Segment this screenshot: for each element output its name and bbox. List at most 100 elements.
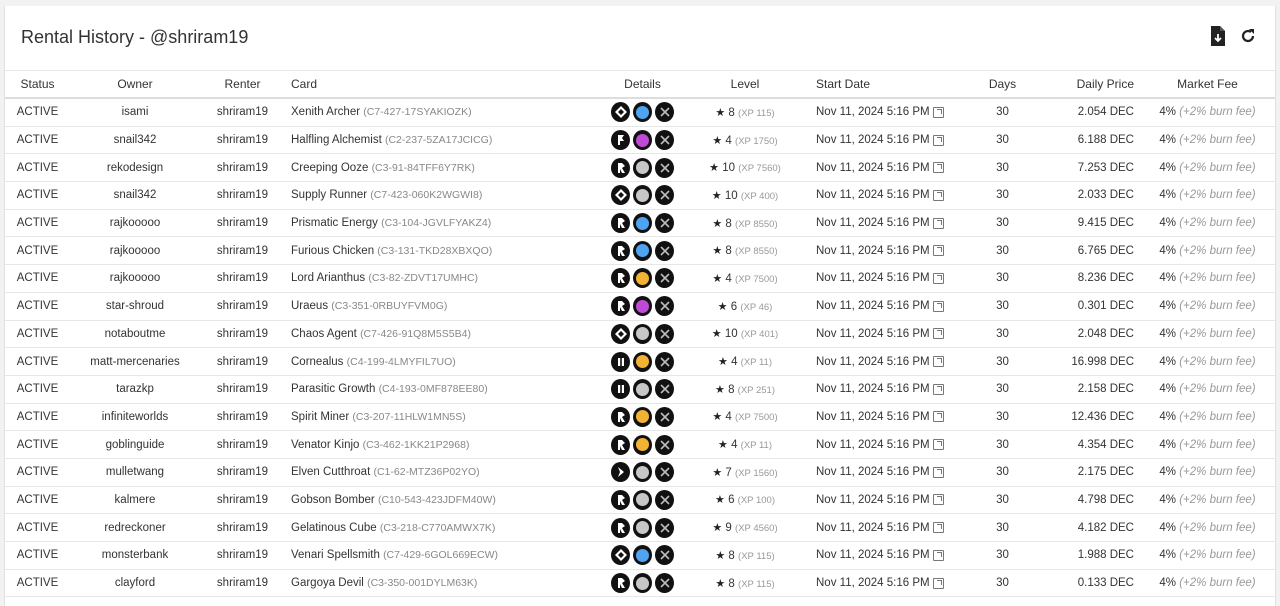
col-renter[interactable]: Renter xyxy=(200,71,285,99)
card-name[interactable]: Halfling Alchemist xyxy=(291,134,382,146)
card-cell[interactable]: Gargoya Devil (C3-350-001DYLM63K) xyxy=(285,569,605,598)
col-owner[interactable]: Owner xyxy=(70,71,200,99)
card-cell[interactable]: Parasitic Growth (C4-193-0MF878EE80) xyxy=(285,375,605,404)
owner-cell[interactable]: star-shroud xyxy=(70,292,200,321)
table-row[interactable]: ACTIVE rekodesign shriram19 Creeping Ooze (… xyxy=(5,153,1275,183)
table-row[interactable]: ACTIVE matt-mercenaries shriram19 Cornealus… xyxy=(5,347,1275,376)
col-daily-price[interactable]: Daily Price xyxy=(1030,71,1140,99)
owner-cell[interactable]: infiniteworlds xyxy=(70,403,200,432)
owner-cell[interactable]: monsterbank xyxy=(70,541,200,570)
renter-cell[interactable]: shriram19 xyxy=(200,126,285,155)
renter-cell[interactable]: shriram19 xyxy=(200,569,285,598)
external-link-icon[interactable] xyxy=(932,549,944,561)
card-name[interactable]: Creeping Ooze xyxy=(291,162,368,174)
external-link-icon[interactable] xyxy=(932,134,944,146)
owner-cell[interactable]: snail342 xyxy=(70,126,200,155)
external-link-icon[interactable] xyxy=(932,217,944,229)
external-link-icon[interactable] xyxy=(932,494,944,506)
external-link-icon[interactable] xyxy=(932,300,944,312)
table-row[interactable]: ACTIVE infiniteworlds shriram19 Spirit Mine… xyxy=(5,403,1275,432)
refresh-icon[interactable] xyxy=(1239,26,1257,46)
card-cell[interactable]: Creeping Ooze (C3-91-84TFF6Y7RK) xyxy=(285,153,605,183)
external-link-icon[interactable] xyxy=(932,522,944,534)
renter-cell[interactable]: shriram19 xyxy=(200,375,285,404)
external-link-icon[interactable] xyxy=(932,272,944,284)
card-cell[interactable]: Venator Kinjo (C3-462-1KK21P2968) xyxy=(285,430,605,459)
external-link-icon[interactable] xyxy=(932,383,944,395)
card-name[interactable]: Chaos Agent xyxy=(291,328,357,340)
owner-cell[interactable]: isami xyxy=(70,98,200,127)
external-link-icon[interactable] xyxy=(932,162,944,174)
owner-cell[interactable]: rajkooooo xyxy=(70,209,200,238)
card-cell[interactable]: Prismatic Energy (C3-104-JGVLFYAKZ4) xyxy=(285,209,605,238)
card-name[interactable]: Spirit Miner xyxy=(291,411,349,423)
external-link-icon[interactable] xyxy=(932,328,944,340)
table-row[interactable]: ACTIVE isami shriram19 Xenith Archer (C7-42… xyxy=(5,98,1275,127)
renter-cell[interactable]: shriram19 xyxy=(200,264,285,293)
card-cell[interactable]: Furious Chicken (C3-131-TKD28XBXQO) xyxy=(285,236,605,266)
col-days[interactable]: Days xyxy=(975,71,1030,99)
card-name[interactable]: Xenith Archer xyxy=(291,106,360,118)
card-cell[interactable]: Lord Arianthus (C3-82-ZDVT17UMHC) xyxy=(285,264,605,293)
card-name[interactable]: Furious Chicken xyxy=(291,245,374,257)
owner-cell[interactable]: notaboutme xyxy=(70,320,200,349)
card-name[interactable]: Gelatinous Cube xyxy=(291,522,377,534)
table-row[interactable]: ACTIVE rajkooooo shriram19 Prismatic Energy… xyxy=(5,209,1275,238)
table-row[interactable]: ACTIVE tarazkp shriram19 Parasitic Growth (… xyxy=(5,375,1275,404)
col-details[interactable]: Details xyxy=(605,71,680,99)
renter-cell[interactable]: shriram19 xyxy=(200,347,285,376)
renter-cell[interactable]: shriram19 xyxy=(200,486,285,515)
table-row[interactable]: ACTIVE snail342 shriram19 Halfling Alchemis… xyxy=(5,126,1275,155)
card-name[interactable]: Uraeus xyxy=(291,300,328,312)
table-row[interactable]: ACTIVE redreckoner shriram19 Gelatinous Cub… xyxy=(5,513,1275,542)
card-name[interactable]: Elven Cutthroat xyxy=(291,466,370,478)
table-row[interactable]: ACTIVE mulletwang shriram19 Elven Cutthroat… xyxy=(5,458,1275,487)
card-cell[interactable]: Spirit Miner (C3-207-11HLW1MN5S) xyxy=(285,403,605,432)
external-link-icon[interactable] xyxy=(932,189,944,201)
external-link-icon[interactable] xyxy=(932,439,944,451)
external-link-icon[interactable] xyxy=(932,106,944,118)
owner-cell[interactable]: redreckoner xyxy=(70,513,200,542)
col-level[interactable]: Level xyxy=(680,71,810,99)
renter-cell[interactable]: shriram19 xyxy=(200,430,285,459)
card-name[interactable]: Venator Kinjo xyxy=(291,439,359,451)
card-cell[interactable]: Venari Spellsmith (C7-429-6GOL669ECW) xyxy=(285,541,605,570)
card-cell[interactable]: Gobson Bomber (C10-543-423JDFM40W) xyxy=(285,486,605,515)
external-link-icon[interactable] xyxy=(932,411,944,423)
owner-cell[interactable]: goblinguide xyxy=(70,430,200,459)
col-start-date[interactable]: Start Date xyxy=(810,71,975,99)
table-row[interactable]: ACTIVE monsterbank shriram19 Venari Spellsm… xyxy=(5,541,1275,570)
renter-cell[interactable]: shriram19 xyxy=(200,513,285,542)
owner-cell[interactable]: snail342 xyxy=(70,181,200,210)
owner-cell[interactable]: rajkooooo xyxy=(70,236,200,266)
renter-cell[interactable]: shriram19 xyxy=(200,541,285,570)
renter-cell[interactable]: shriram19 xyxy=(200,403,285,432)
external-link-icon[interactable] xyxy=(932,245,944,257)
card-cell[interactable]: Chaos Agent (C7-426-91Q8M5S5B4) xyxy=(285,320,605,349)
col-market-fee[interactable]: Market Fee xyxy=(1140,71,1275,99)
card-cell[interactable]: Xenith Archer (C7-427-17SYAKIOZK) xyxy=(285,98,605,127)
table-row[interactable]: ACTIVE kalmere shriram19 Gobson Bomber (C10… xyxy=(5,486,1275,515)
table-row[interactable]: ACTIVE snail342 shriram19 Supply Runner (C7… xyxy=(5,181,1275,210)
card-name[interactable]: Gargoya Devil xyxy=(291,577,364,589)
card-cell[interactable]: Cornealus (C4-199-4LMYFIL7UO) xyxy=(285,347,605,376)
card-name[interactable]: Parasitic Growth xyxy=(291,383,375,395)
download-file-icon[interactable] xyxy=(1209,26,1227,46)
table-row[interactable]: ACTIVE clayford shriram19 Gargoya Devil (C3… xyxy=(5,569,1275,598)
card-cell[interactable]: Uraeus (C3-351-0RBUYFVM0G) xyxy=(285,292,605,321)
renter-cell[interactable]: shriram19 xyxy=(200,153,285,183)
card-cell[interactable]: Halfling Alchemist (C2-237-5ZA17JCICG) xyxy=(285,126,605,155)
col-status[interactable]: Status xyxy=(5,71,70,99)
owner-cell[interactable]: clayford xyxy=(70,569,200,598)
external-link-icon[interactable] xyxy=(932,356,944,367)
table-row[interactable]: ACTIVE rajkooooo shriram19 Furious Chicken … xyxy=(5,236,1275,266)
external-link-icon[interactable] xyxy=(932,466,944,478)
renter-cell[interactable]: shriram19 xyxy=(200,458,285,487)
table-row[interactable]: ACTIVE goblinguide shriram19 Venator Kinjo … xyxy=(5,430,1275,459)
owner-cell[interactable]: rajkooooo xyxy=(70,264,200,293)
renter-cell[interactable]: shriram19 xyxy=(200,98,285,127)
card-name[interactable]: Lord Arianthus xyxy=(291,272,365,284)
table-row[interactable]: ACTIVE rajkooooo shriram19 Lord Arianthus (… xyxy=(5,264,1275,293)
owner-cell[interactable]: kalmere xyxy=(70,486,200,515)
card-cell[interactable]: Supply Runner (C7-423-060K2WGWI8) xyxy=(285,181,605,210)
